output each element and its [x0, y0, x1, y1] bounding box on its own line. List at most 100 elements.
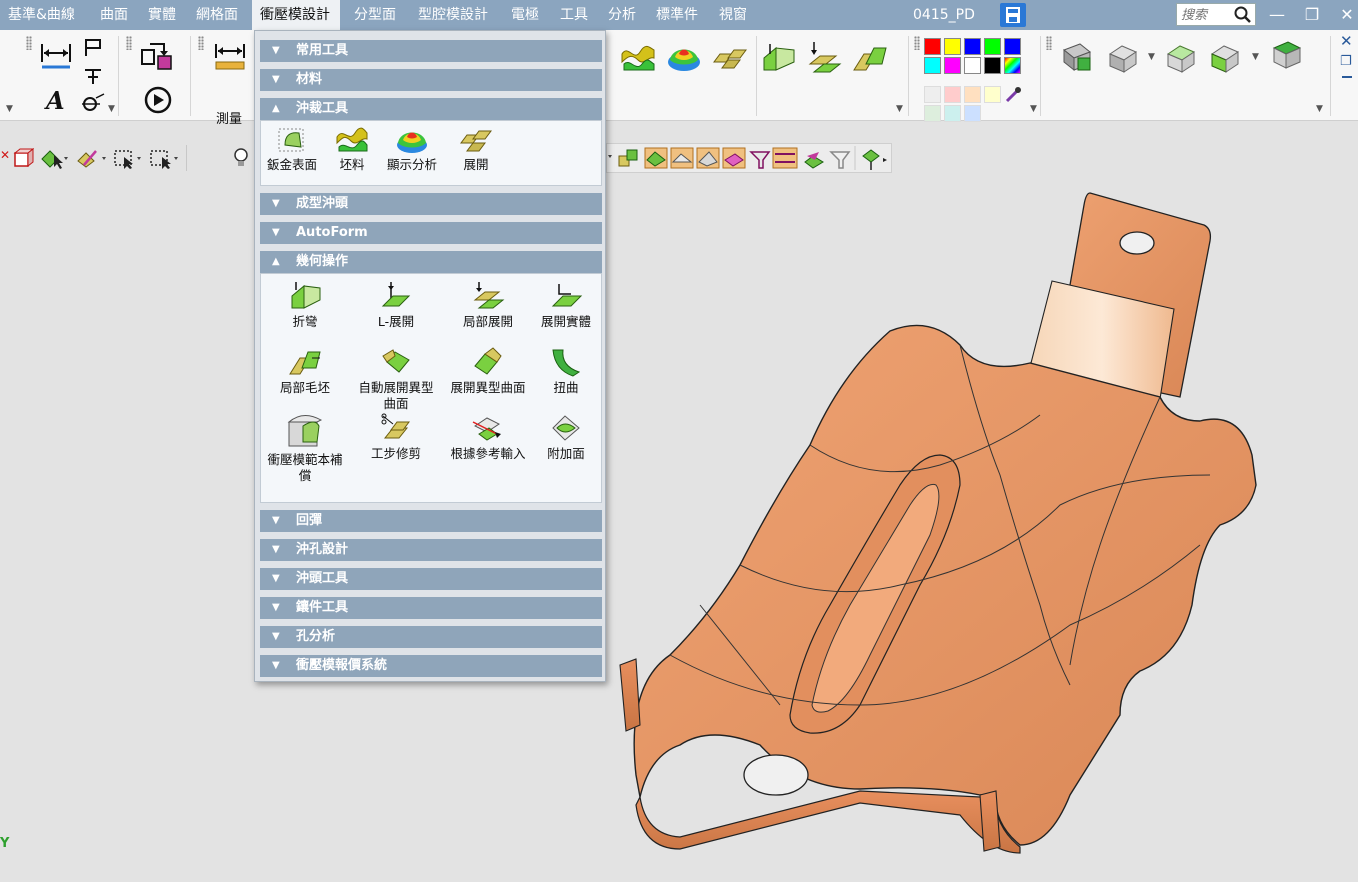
grip-handle[interactable] — [126, 36, 132, 50]
tool-die-template-compensation[interactable]: 衝壓模範本補償 — [265, 412, 345, 484]
color-swatch[interactable] — [984, 57, 1001, 74]
color-swatch[interactable] — [984, 86, 1001, 103]
color-swatch[interactable] — [964, 86, 981, 103]
color-swatch[interactable] — [924, 38, 941, 55]
section-header[interactable]: ▲ 沖裁工具 — [260, 98, 602, 120]
grip-handle[interactable] — [914, 36, 920, 50]
save-icon[interactable] — [1000, 3, 1026, 27]
grip-handle[interactable] — [26, 36, 32, 50]
tool-reference-input[interactable]: 根據參考輸入 — [445, 412, 531, 462]
tool-partial-unfold[interactable]: 局部展開 — [445, 280, 531, 330]
tool-unfold-special-surface[interactable]: 展開異型曲面 — [445, 346, 531, 396]
section-header[interactable]: ▼ 成型沖頭 — [260, 193, 602, 215]
regenerate-icon[interactable] — [142, 84, 174, 120]
color-swatch[interactable] — [944, 57, 961, 74]
frame-icon[interactable] — [82, 38, 104, 62]
restore-icon[interactable]: ❐ — [1340, 54, 1352, 69]
display-standard-icon[interactable] — [1270, 38, 1306, 76]
restore-button[interactable]: ❐ — [1297, 0, 1327, 30]
menu-surface[interactable]: 曲面 — [100, 0, 128, 30]
tool-twist[interactable]: 扭曲 — [531, 346, 601, 396]
tool-bend[interactable]: 折彎 — [265, 280, 345, 330]
menu-mesh-surface[interactable]: 網格面 — [196, 0, 238, 30]
section-header[interactable]: ▼ 回彈 — [260, 510, 602, 532]
menu-tools[interactable]: 工具 — [560, 0, 588, 30]
color-swatch[interactable] — [1004, 38, 1021, 55]
section-header[interactable]: ▼ 鑲件工具 — [260, 597, 602, 619]
lightbulb-icon[interactable] — [232, 147, 250, 173]
bend-icon[interactable] — [760, 40, 796, 78]
tool-step-trim[interactable]: 工步修剪 — [353, 412, 439, 462]
chevron-down-icon[interactable]: ▼ — [108, 104, 115, 114]
menu-standard-parts[interactable]: 標準件 — [656, 0, 698, 30]
display-shaded-icon[interactable] — [1106, 42, 1142, 78]
tool-auto-unfold-special-surface[interactable]: 自動展開異型曲面 — [353, 346, 439, 412]
tool-display-analysis[interactable]: 顯示分析 — [381, 125, 443, 173]
minimize-button[interactable]: — — [1262, 0, 1292, 30]
text-annotation-icon[interactable]: A — [42, 86, 70, 118]
chevron-down-icon[interactable]: ▼ — [896, 104, 903, 114]
search-icon[interactable] — [1233, 5, 1253, 29]
color-swatch[interactable] — [964, 57, 981, 74]
section-header[interactable]: ▼ 沖孔設計 — [260, 539, 602, 561]
color-swatch[interactable] — [984, 38, 1001, 55]
tool-additional-surface[interactable]: 附加面 — [531, 412, 601, 462]
search-box[interactable] — [1176, 3, 1256, 29]
grip-handle[interactable] — [198, 36, 204, 50]
chevron-down-icon[interactable]: ▼ — [1316, 104, 1323, 114]
datum-target-icon[interactable] — [82, 66, 104, 90]
menu-stamping-die-design[interactable]: 衝壓模設計 — [252, 0, 340, 30]
sheet-metal-part[interactable] — [600, 185, 1358, 865]
color-swatch[interactable] — [944, 105, 961, 122]
menu-electrode[interactable]: 電極 — [511, 0, 539, 30]
close-icon[interactable]: ✕ — [0, 148, 10, 162]
select-pen-icon[interactable] — [76, 147, 106, 173]
display-hidden-line-icon[interactable] — [1208, 42, 1244, 78]
close-button[interactable]: ✕ — [1332, 0, 1358, 30]
display-analysis-icon[interactable] — [666, 38, 702, 78]
measure-icon[interactable] — [214, 40, 246, 76]
crossing-select-icon[interactable] — [148, 147, 182, 173]
tool-unfold-solid[interactable]: 展開實體 — [531, 280, 601, 330]
section-header[interactable]: ▼ 沖頭工具 — [260, 568, 602, 590]
color-swatch[interactable] — [924, 105, 941, 122]
tool-l-unfold[interactable]: L-展開 — [353, 280, 439, 330]
menu-parting-surface[interactable]: 分型面 — [354, 0, 396, 30]
select-filter-icon[interactable] — [40, 147, 68, 173]
color-swatch[interactable] — [964, 38, 981, 55]
chevron-down-icon[interactable]: ▼ — [6, 104, 13, 114]
color-swatch[interactable] — [924, 57, 941, 74]
display-shaded-edges-icon[interactable] — [1060, 40, 1096, 78]
replace-icon[interactable] — [140, 40, 174, 76]
search-input[interactable] — [1177, 4, 1239, 27]
menu-analysis[interactable]: 分析 — [608, 0, 636, 30]
tool-unfold[interactable]: 展開 — [445, 125, 507, 173]
section-header[interactable]: ▼ 常用工具 — [260, 40, 602, 62]
window-select-icon[interactable] — [112, 147, 146, 173]
section-header[interactable]: ▼ AutoForm — [260, 222, 602, 244]
minimize-icon[interactable] — [1342, 76, 1352, 78]
tool-local-blank[interactable]: 局部毛坯 — [265, 346, 345, 396]
blank-wave-icon[interactable] — [620, 40, 656, 80]
geometry-toolbar-icons[interactable] — [607, 144, 893, 172]
section-header[interactable]: ▼ 材料 — [260, 69, 602, 91]
menu-datum-curve[interactable]: 基準&曲線 — [8, 0, 75, 30]
local-blank-icon[interactable] — [852, 40, 888, 78]
chevron-down-icon[interactable]: ▼ — [1252, 52, 1259, 62]
chevron-down-icon[interactable]: ▼ — [1030, 104, 1037, 114]
display-green-shaded-icon[interactable] — [1164, 42, 1200, 78]
grip-handle[interactable] — [1046, 36, 1052, 50]
section-header[interactable]: ▼ 孔分析 — [260, 626, 602, 648]
chevron-down-icon[interactable]: ▼ — [1148, 52, 1155, 62]
section-header[interactable]: ▲ 幾何操作 — [260, 251, 602, 273]
menu-mold-design[interactable]: 型腔模設計 — [418, 0, 488, 30]
tool-sheet-metal-surface[interactable]: 鈑金表面 — [261, 125, 323, 173]
eyedropper-icon[interactable] — [1004, 86, 1022, 104]
unfold-icon[interactable] — [712, 42, 748, 76]
color-swatch[interactable] — [944, 86, 961, 103]
menu-solid[interactable]: 實體 — [148, 0, 176, 30]
color-swatch[interactable] — [924, 86, 941, 103]
menu-window[interactable]: 視窗 — [719, 0, 747, 30]
dimension-icon[interactable] — [40, 40, 72, 74]
measure-label[interactable]: 測量 — [216, 108, 242, 127]
